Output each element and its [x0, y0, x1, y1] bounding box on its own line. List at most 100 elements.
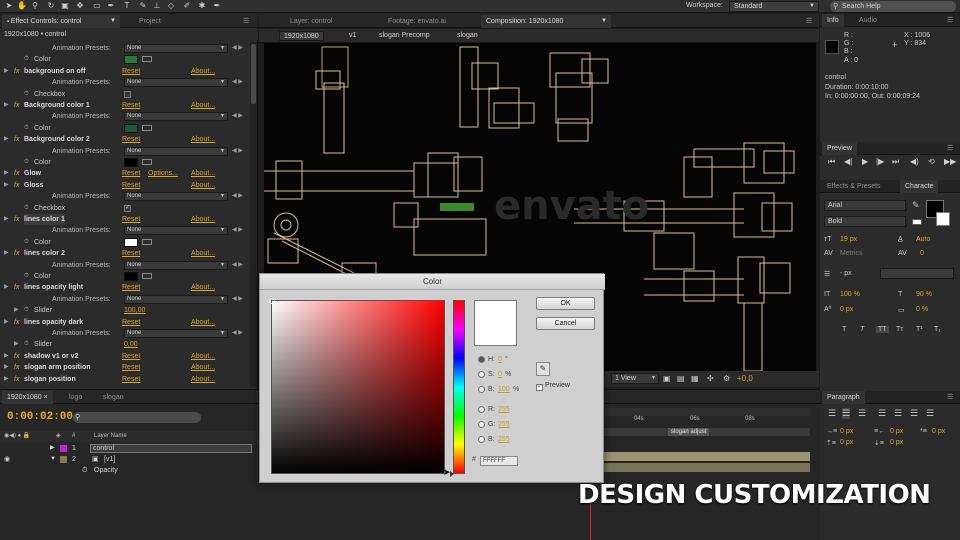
subscript-button[interactable]: T₁: [934, 326, 941, 333]
color-property-row[interactable]: ⏱ Color: [0, 271, 250, 282]
color-property-row[interactable]: ⏱ Color: [0, 123, 250, 134]
effect-row[interactable]: ▶ fx lines color 2 Reset About...: [0, 248, 250, 259]
space-before-value[interactable]: 0 px: [840, 439, 853, 446]
reset-link[interactable]: Reset: [122, 214, 140, 225]
about-link[interactable]: About...: [191, 168, 215, 179]
font-size-value[interactable]: 19 px: [840, 236, 857, 243]
saturation-radio[interactable]: [478, 371, 485, 378]
tab-audio[interactable]: Audio: [854, 14, 882, 27]
property-row-opacity[interactable]: ⏱ Opacity: [0, 465, 258, 476]
animation-presets-select[interactable]: None ▼: [124, 226, 228, 236]
checkbox[interactable]: ✓: [124, 204, 131, 212]
align-center-icon[interactable]: ☰: [842, 408, 851, 419]
animation-presets-select[interactable]: None ▼: [124, 146, 228, 156]
blue-field[interactable]: B: 255: [478, 434, 538, 445]
effect-row[interactable]: ▶ fx Gloss Reset About...: [0, 180, 250, 191]
tab-layer[interactable]: Layer: control: [285, 15, 337, 28]
view-layout-select[interactable]: 1 View ▼: [611, 373, 659, 384]
effect-row[interactable]: ▶ fx background on off Reset About...: [0, 66, 250, 77]
expand-triangle-icon[interactable]: ▶: [4, 362, 9, 373]
about-link[interactable]: About...: [191, 351, 215, 362]
blue-value[interactable]: 255: [498, 434, 510, 445]
indent-left-value[interactable]: 0 px: [840, 428, 853, 435]
about-link[interactable]: About...: [191, 374, 215, 385]
preset-nav-arrows-icon[interactable]: ◀ ▶: [232, 43, 243, 54]
fx-icon[interactable]: fx: [14, 214, 19, 225]
faux-italic-button[interactable]: T: [860, 326, 864, 333]
tab-composition[interactable]: Composition: 1920x1080 ▼: [481, 15, 611, 28]
expand-triangle-icon[interactable]: ▶: [14, 305, 19, 316]
fx-icon[interactable]: fx: [14, 374, 19, 385]
about-link[interactable]: About...: [191, 180, 215, 191]
panel-menu-icon[interactable]: ☰: [238, 15, 254, 28]
default-colors-icon[interactable]: [912, 219, 922, 225]
green-value[interactable]: 255: [498, 419, 510, 430]
tab-effect-controls[interactable]: ▪ Effect Controls: control ▼: [2, 15, 120, 28]
animation-presets-select[interactable]: None ▼: [124, 192, 228, 202]
animation-presets-row[interactable]: Animation Presets: None ▼ ◀ ▶: [0, 260, 250, 271]
effect-row[interactable]: ▶ fx slogan arm position Reset About...: [0, 362, 250, 373]
animation-presets-select[interactable]: None ▼: [124, 260, 228, 270]
layer-bar-v1[interactable]: [590, 463, 810, 472]
reset-link[interactable]: Reset: [122, 351, 140, 362]
expand-triangle-icon[interactable]: ▶: [14, 339, 19, 350]
panel-menu-icon[interactable]: ☰: [801, 15, 817, 28]
dialog-title[interactable]: Color: [260, 274, 605, 290]
expand-triangle-icon[interactable]: ▶: [4, 168, 9, 179]
pen-tool-icon[interactable]: ✒: [106, 1, 116, 11]
animation-presets-select[interactable]: None ▼: [124, 294, 228, 304]
about-link[interactable]: About...: [191, 317, 215, 328]
effect-row[interactable]: ▶ fx slogan position Reset About...: [0, 374, 250, 385]
loop-icon[interactable]: ⟲: [928, 157, 935, 166]
preset-nav-arrows-icon[interactable]: ◀ ▶: [232, 77, 243, 88]
align-left-icon[interactable]: ☰: [828, 408, 836, 419]
camera-tool-icon[interactable]: ▣: [60, 1, 70, 11]
tracking-value[interactable]: 0: [920, 250, 924, 257]
about-link[interactable]: About...: [191, 66, 215, 77]
stopwatch-icon[interactable]: ⏱: [24, 89, 29, 100]
eyedropper-icon[interactable]: [142, 238, 152, 245]
reset-link[interactable]: Reset: [122, 134, 140, 145]
rotate-tool-icon[interactable]: ↻: [46, 1, 56, 11]
breadcrumb-slogan-precomp[interactable]: slogan Precomp: [375, 31, 434, 41]
fx-icon[interactable]: fx: [14, 351, 19, 362]
ok-button[interactable]: OK: [536, 297, 595, 310]
preset-nav-arrows-icon[interactable]: ◀ ▶: [232, 294, 243, 305]
superscript-button[interactable]: T¹: [916, 326, 923, 333]
timeline-search-input[interactable]: ⚲: [73, 412, 201, 423]
about-link[interactable]: About...: [191, 282, 215, 293]
breadcrumb-1920x1080[interactable]: 1920x1080: [279, 31, 324, 41]
reset-link[interactable]: Reset: [122, 374, 140, 385]
font-family-select[interactable]: Arial: [824, 200, 906, 211]
slider-property-row[interactable]: ▶ ⏱ Slider 100,00: [0, 305, 250, 316]
expand-triangle-icon[interactable]: ▶: [4, 134, 9, 145]
eye-visibility-icon[interactable]: ◉: [4, 454, 10, 465]
puppet-pin-tool-icon[interactable]: ✒: [212, 1, 222, 11]
effect-row[interactable]: ▶ fx Background color 1 Reset About...: [0, 100, 250, 111]
eyedropper-icon[interactable]: [142, 56, 152, 63]
color-swatch[interactable]: [124, 237, 138, 247]
exposure-reset-icon[interactable]: ⚙: [723, 374, 730, 383]
panel-menu-icon[interactable]: ☰: [942, 391, 958, 404]
baseline-shift-value[interactable]: 0 px: [840, 306, 853, 313]
animation-presets-row[interactable]: Animation Presets: None ▼ ◀ ▶: [0, 77, 250, 88]
fx-icon[interactable]: fx: [14, 282, 19, 293]
slider-value[interactable]: 0,00: [124, 339, 138, 350]
fx-icon[interactable]: fx: [14, 168, 19, 179]
stopwatch-icon[interactable]: ⏱: [24, 54, 29, 65]
checkbox-property-row[interactable]: ⏱ Checkbox ✓: [0, 203, 250, 214]
animation-presets-row[interactable]: Animation Presets: None ▼ ◀ ▶: [0, 191, 250, 202]
animation-presets-row[interactable]: Animation Presets: None ▼ ◀ ▶: [0, 111, 250, 122]
exposure-value[interactable]: +0,0: [737, 374, 753, 383]
tab-timeline-slogan[interactable]: slogan: [98, 391, 129, 404]
eraser-tool-icon[interactable]: ◇: [166, 1, 176, 11]
eyedropper-icon[interactable]: ✎: [912, 200, 920, 211]
effect-row[interactable]: ▶ fx lines color 1 Reset About...: [0, 214, 250, 225]
timeline-icon[interactable]: ▦: [691, 374, 699, 383]
ram-preview-icon[interactable]: ▶▶: [944, 157, 956, 166]
expand-triangle-icon[interactable]: ▶: [4, 66, 9, 77]
eyedropper-button[interactable]: ✎: [536, 362, 550, 376]
reset-link[interactable]: Reset: [122, 180, 140, 191]
fx-icon[interactable]: fx: [14, 317, 19, 328]
expand-triangle-icon[interactable]: ▶: [4, 248, 9, 259]
